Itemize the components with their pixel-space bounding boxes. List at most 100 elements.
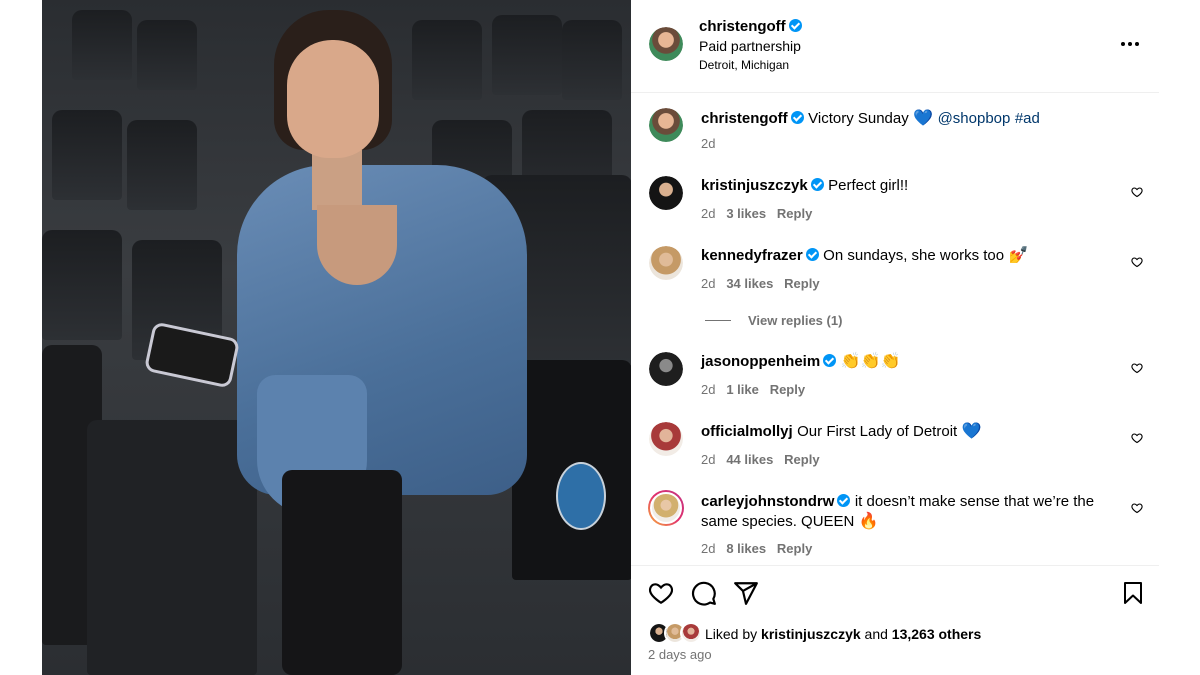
mention-link[interactable]: @shopbop bbox=[938, 110, 1011, 127]
stadium-seat bbox=[412, 20, 482, 100]
more-options-button[interactable] bbox=[1121, 36, 1141, 52]
location-link[interactable]: Detroit, Michigan bbox=[699, 56, 802, 74]
comment-likes[interactable]: 3 likes bbox=[726, 206, 766, 221]
comment-likes[interactable]: 34 likes bbox=[726, 276, 773, 291]
verified-badge-icon bbox=[837, 494, 851, 507]
blue-heart-emoji: 💙 bbox=[913, 110, 934, 127]
liked-by-others-link[interactable]: 13,263 others bbox=[892, 626, 982, 642]
comment-text: On sundays, she works too bbox=[823, 247, 1005, 264]
stadium-seat bbox=[72, 10, 132, 80]
more-horizontal-icon bbox=[1121, 42, 1125, 46]
post-image[interactable] bbox=[42, 0, 631, 675]
stadium-seat bbox=[42, 230, 122, 340]
phone bbox=[143, 321, 241, 389]
liked-by-avatars[interactable] bbox=[648, 622, 704, 644]
comment-time[interactable]: 2d bbox=[701, 206, 715, 221]
hashtag-link[interactable]: #ad bbox=[1015, 110, 1040, 127]
avatar bbox=[680, 622, 702, 644]
face bbox=[287, 40, 379, 158]
comment-meta: 2d 8 likes Reply bbox=[701, 541, 812, 556]
lions-logo bbox=[556, 462, 606, 530]
liked-by-username[interactable]: kristinjuszczyk bbox=[761, 626, 861, 642]
comment-likes[interactable]: 1 like bbox=[726, 382, 759, 397]
comment-time[interactable]: 2d bbox=[701, 276, 715, 291]
comment-text: Perfect girl!! bbox=[828, 177, 909, 194]
comment: kennedyfrazer On sundays, she works too … bbox=[701, 246, 1121, 266]
stadium-seat bbox=[492, 15, 562, 95]
post-header: christengoff Paid partnership Detroit, M… bbox=[699, 17, 802, 74]
author-username[interactable]: christengoff bbox=[699, 18, 786, 35]
caption-text: Victory Sunday bbox=[808, 110, 909, 127]
post-timestamp[interactable]: 2 days ago bbox=[648, 647, 712, 662]
avatar-story-ring[interactable] bbox=[648, 490, 684, 526]
comment-bubble-icon[interactable] bbox=[691, 580, 717, 606]
verified-badge-icon bbox=[790, 111, 804, 124]
avatar[interactable] bbox=[649, 246, 683, 280]
paid-partnership-label[interactable]: Paid partnership bbox=[699, 36, 802, 56]
like-heart-icon[interactable] bbox=[648, 580, 674, 606]
reply-button[interactable]: Reply bbox=[784, 452, 819, 467]
reply-button[interactable]: Reply bbox=[777, 541, 812, 556]
comment-meta: 2d 3 likes Reply bbox=[701, 206, 812, 221]
like-comment-heart-icon[interactable] bbox=[1131, 256, 1143, 268]
verified-badge-icon bbox=[810, 178, 824, 191]
comment-meta: 2d 1 like Reply bbox=[701, 382, 805, 397]
verified-badge-icon bbox=[788, 19, 802, 32]
fire-emoji: 🔥 bbox=[858, 513, 879, 530]
comment-username[interactable]: officialmollyj bbox=[701, 423, 793, 440]
clapping-hands-emoji: 👏👏👏 bbox=[840, 353, 901, 370]
neck bbox=[312, 150, 362, 210]
verified-badge-icon bbox=[805, 248, 819, 261]
stadium-seat bbox=[137, 20, 197, 90]
divider bbox=[631, 92, 1159, 93]
black-boots bbox=[282, 470, 402, 675]
comment-text: Our First Lady of Detroit bbox=[797, 423, 958, 440]
comment-meta: 2d 34 likes Reply bbox=[701, 276, 820, 291]
liked-by-text: Liked by kristinjuszczyk and 13,263 othe… bbox=[705, 624, 981, 644]
divider bbox=[631, 565, 1159, 566]
avatar[interactable] bbox=[649, 27, 683, 61]
top bbox=[317, 205, 397, 285]
stadium-seat bbox=[127, 120, 197, 210]
comment-time[interactable]: 2d bbox=[701, 452, 715, 467]
caption-time[interactable]: 2d bbox=[701, 136, 715, 151]
like-comment-heart-icon[interactable] bbox=[1131, 502, 1143, 514]
stadium-seat bbox=[562, 20, 622, 100]
avatar[interactable] bbox=[649, 176, 683, 210]
blue-heart-emoji: 💙 bbox=[961, 423, 982, 440]
comment-time[interactable]: 2d bbox=[701, 382, 715, 397]
avatar[interactable] bbox=[649, 422, 683, 456]
like-comment-heart-icon[interactable] bbox=[1131, 186, 1143, 198]
stadium-seat bbox=[87, 420, 257, 675]
comment-username[interactable]: jasonoppenheim bbox=[701, 353, 820, 370]
comment: carleyjohnstondrw it doesn’t make sense … bbox=[701, 492, 1101, 532]
comment: officialmollyj Our First Lady of Detroit… bbox=[701, 422, 1121, 442]
comment-likes[interactable]: 44 likes bbox=[726, 452, 773, 467]
liked-by-and: and bbox=[864, 626, 888, 642]
caption-username[interactable]: christengoff bbox=[701, 110, 788, 127]
view-replies-line bbox=[705, 320, 731, 321]
stadium-seat bbox=[52, 110, 122, 200]
comment-username[interactable]: kristinjuszczyk bbox=[701, 177, 808, 194]
liked-by-prefix: Liked by bbox=[705, 626, 758, 642]
comment-meta: 2d 44 likes Reply bbox=[701, 452, 820, 467]
comment-username[interactable]: carleyjohnstondrw bbox=[701, 493, 834, 510]
comment: jasonoppenheim 👏👏👏 bbox=[701, 352, 1121, 372]
comment-username[interactable]: kennedyfrazer bbox=[701, 247, 803, 264]
caption: christengoff Victory Sunday 💙 @shopbop #… bbox=[701, 109, 1121, 129]
reply-button[interactable]: Reply bbox=[777, 206, 812, 221]
like-comment-heart-icon[interactable] bbox=[1131, 432, 1143, 444]
save-bookmark-icon[interactable] bbox=[1121, 580, 1145, 606]
comment-likes[interactable]: 8 likes bbox=[726, 541, 766, 556]
post-details-panel: christengoff Paid partnership Detroit, M… bbox=[631, 0, 1159, 675]
avatar[interactable] bbox=[649, 352, 683, 386]
avatar[interactable] bbox=[649, 108, 683, 142]
verified-badge-icon bbox=[823, 354, 837, 367]
nail-polish-emoji: 💅 bbox=[1008, 247, 1029, 264]
comment-time[interactable]: 2d bbox=[701, 541, 715, 556]
reply-button[interactable]: Reply bbox=[784, 276, 819, 291]
reply-button[interactable]: Reply bbox=[770, 382, 805, 397]
share-send-icon[interactable] bbox=[733, 580, 759, 606]
view-replies-button[interactable]: View replies (1) bbox=[748, 313, 842, 328]
like-comment-heart-icon[interactable] bbox=[1131, 362, 1143, 374]
